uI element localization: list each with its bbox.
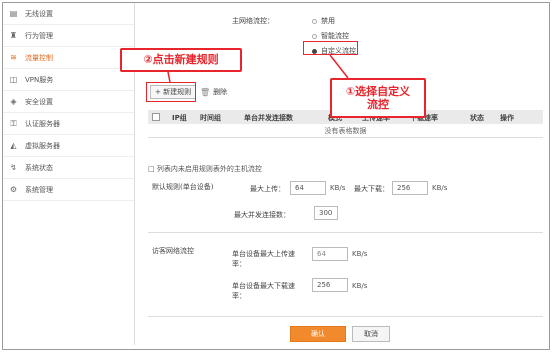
arrow-step2 [167, 71, 171, 83]
callout-step1: ①选择自定义 流控 [330, 78, 426, 118]
callout-arrows [167, 54, 349, 83]
arrow-step1 [329, 54, 349, 79]
